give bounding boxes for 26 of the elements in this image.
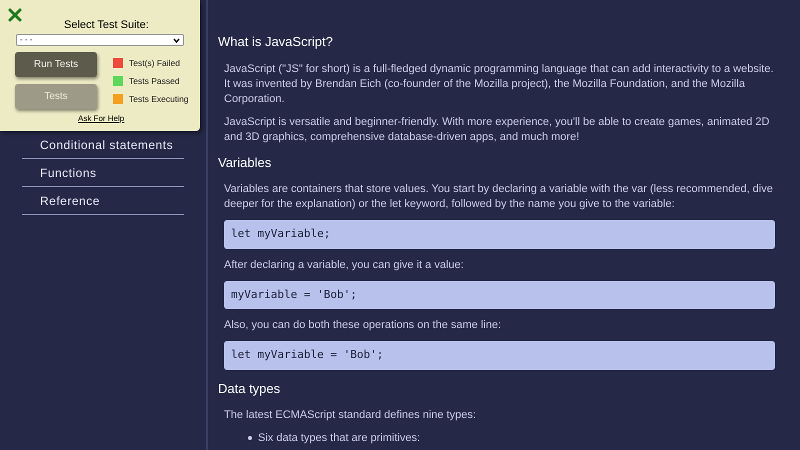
paragraph: Also, you can do both these operations on the same line: bbox=[224, 318, 502, 333]
list-item-text: Six data types that are primitives: bbox=[258, 431, 420, 445]
section-heading: What is JavaScript? bbox=[218, 33, 334, 51]
sidebar-link[interactable]: Reference bbox=[40, 192, 100, 210]
code-block: let myVariable; bbox=[224, 220, 775, 248]
suite-select[interactable]: - - - bbox=[16, 34, 184, 46]
panel-title: Select Test Suite: bbox=[64, 18, 149, 33]
legend-label: Tests Passed bbox=[129, 74, 180, 88]
paragraph: Variables are containers that store values. You start by declaring a variable with the var (less recommended, dive deeper for the explanation) or the let keyword, followed by the name you give to the variable: bbox=[224, 182, 774, 212]
chevron-down-icon bbox=[173, 38, 180, 42]
paragraph: JavaScript is versatile and beginner-friendly. With more experience, you'll be able to create games, animated 2D and 3D graphics, comprehensive database-driven apps, and much more! bbox=[224, 114, 770, 144]
paragraph: After declaring a variable, you can give it a value: bbox=[224, 258, 465, 272]
legend-label: Test(s) Failed bbox=[129, 57, 180, 70]
paragraph: JavaScript ("JS" for short) is a full-fledged dynamic programming language that can add interactivity to a website. It was invented by Brendan Eich (co-founder of the Mozilla project), the Mozilla Foundation, and the Mozilla Corporation. bbox=[224, 62, 775, 106]
help-link[interactable]: Ask For Help bbox=[78, 113, 124, 125]
bullet-icon bbox=[248, 436, 252, 440]
legend-label: Tests Executing bbox=[129, 92, 189, 106]
sidebar-link[interactable]: Functions bbox=[40, 164, 97, 182]
sidebar-link[interactable]: Conditional statements bbox=[40, 136, 174, 154]
code-block: let myVariable = 'Bob'; bbox=[224, 341, 775, 370]
section-heading: Data types bbox=[218, 380, 282, 398]
section-heading: Variables bbox=[218, 154, 272, 172]
code-block: myVariable = 'Bob'; bbox=[224, 280, 775, 309]
test-button[interactable]: Run Tests bbox=[15, 52, 97, 77]
close-icon[interactable] bbox=[8, 8, 22, 22]
paragraph: The latest ECMAScript standard defines nine types: bbox=[224, 408, 477, 423]
